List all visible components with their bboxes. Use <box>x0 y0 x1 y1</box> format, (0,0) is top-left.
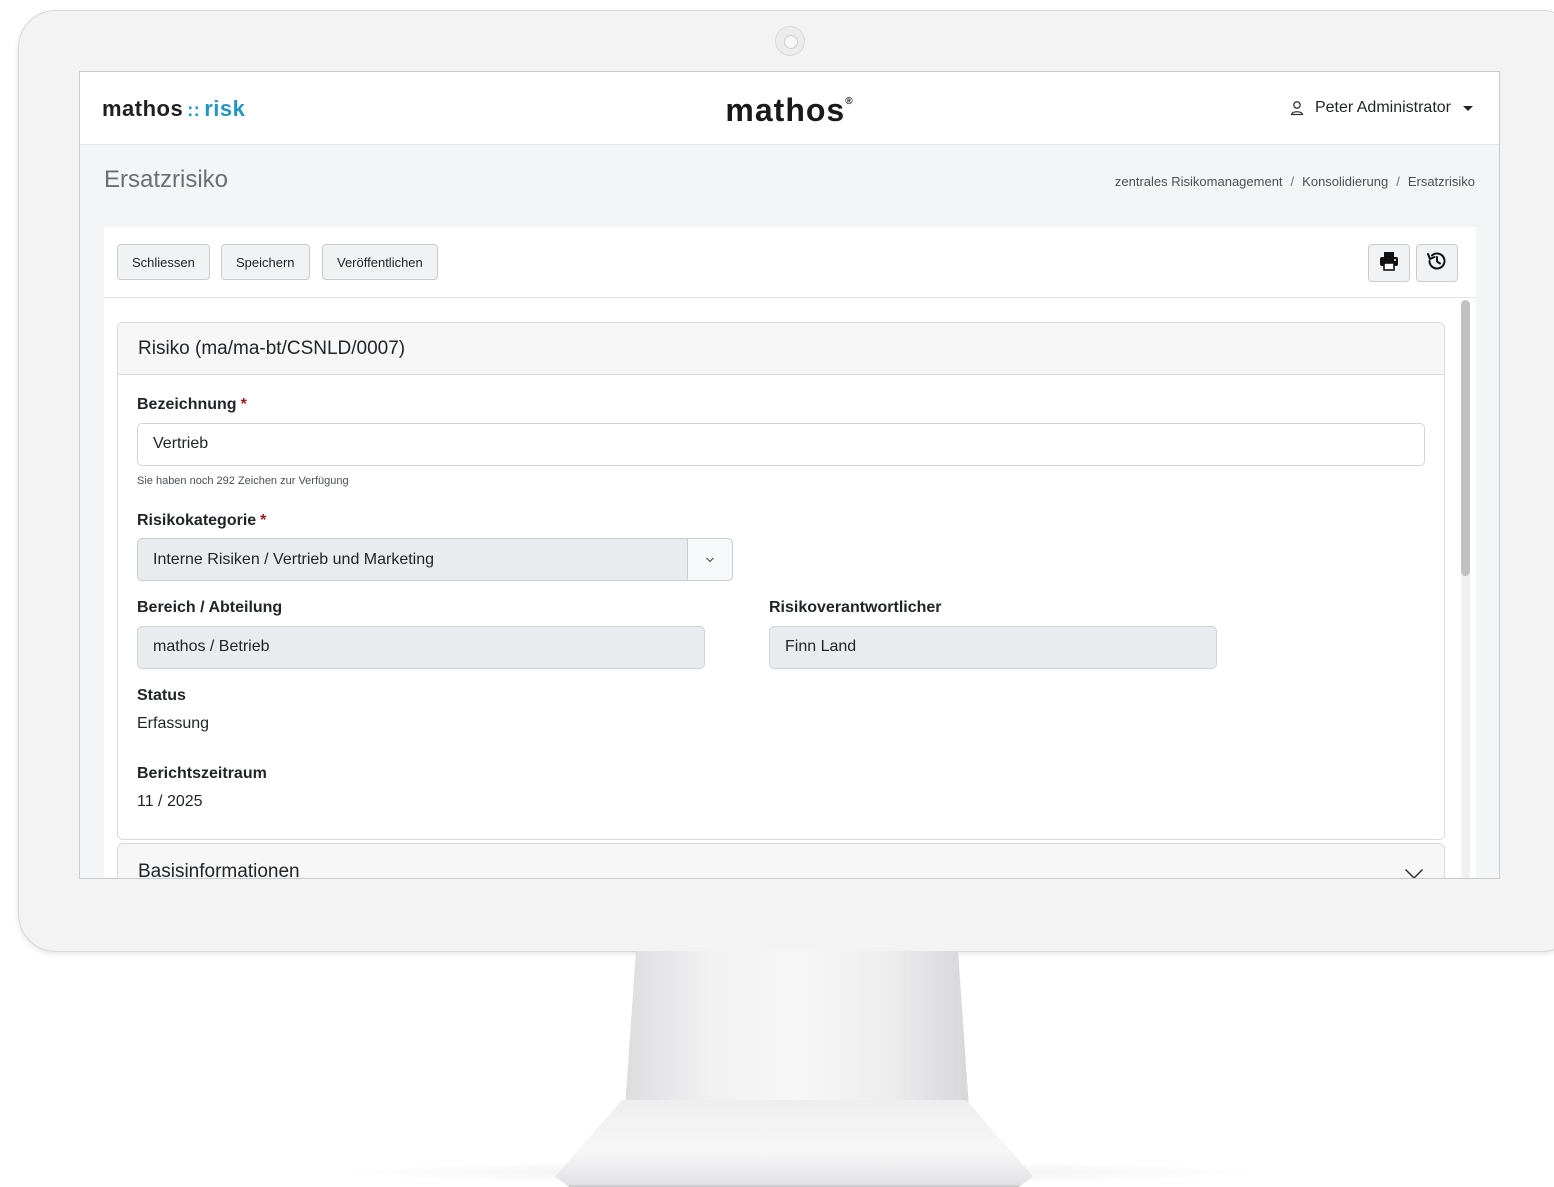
basisinformationen-section-header[interactable]: Basisinformationen <box>117 843 1445 879</box>
basisinformationen-title: Basisinformationen <box>138 861 300 879</box>
user-menu-dropdown[interactable]: Peter Administrator <box>1289 99 1473 117</box>
risikokategorie-selected-value: Interne Risiken / Vertrieb und Marketing <box>153 551 435 568</box>
bezeichnung-label-text: Bezeichnung <box>137 396 237 413</box>
breadcrumb-separator: / <box>1290 174 1295 189</box>
status-value: Erfassung <box>137 715 210 732</box>
user-icon <box>1289 100 1305 116</box>
berichtszeitraum-label: Berichtszeitraum <box>137 765 267 782</box>
webcam <box>775 26 805 56</box>
required-marker: * <box>240 396 247 413</box>
monitor-stand-base <box>555 1100 1033 1187</box>
scrollbar[interactable] <box>1461 300 1470 878</box>
bereich-label: Bereich / Abteilung <box>137 599 283 616</box>
risikokategorie-label: Risikokategorie * <box>137 512 266 530</box>
history-icon <box>1425 249 1449 278</box>
action-toolbar: Schliessen Speichern Veröffentlichen <box>104 227 1476 298</box>
required-marker: * <box>260 512 267 529</box>
breadcrumb-item-zentrales-risikomanagement[interactable]: zentrales Risikomanagement <box>1115 174 1283 189</box>
close-button[interactable]: Schliessen <box>117 244 210 280</box>
breadcrumb-separator: / <box>1396 174 1400 189</box>
user-name: Peter Administrator <box>1314 99 1451 116</box>
print-button[interactable] <box>1368 244 1410 282</box>
berichtszeitraum-value: 11 / 2025 <box>137 793 203 810</box>
risk-card: Risiko (ma/ma-bt/CSNLD/0007) Bezeichnung… <box>117 322 1445 840</box>
bezeichnung-input[interactable]: Vertrieb <box>137 423 1425 466</box>
chevron-down-icon[interactable] <box>687 539 732 580</box>
save-button[interactable]: Speichern <box>221 244 310 280</box>
breadcrumb-item-konsolidierung[interactable]: Konsolidierung <box>1302 174 1388 189</box>
logo-registered-mark: ® <box>845 96 854 107</box>
breadcrumb: zentrales Risikomanagement / Konsolidier… <box>1115 174 1475 189</box>
top-navbar: mathos:: risk mathos® Peter Administrator <box>80 72 1499 145</box>
chevron-down-icon <box>1404 864 1424 878</box>
screen: mathos:: risk mathos® Peter Administrator… <box>79 71 1500 879</box>
publish-button[interactable]: Veröffentlichen <box>322 244 438 280</box>
bereich-input: mathos / Betrieb <box>137 626 705 669</box>
breadcrumb-item-current: Ersatzrisiko <box>1407 174 1475 189</box>
bezeichnung-char-hint: Sie haben noch 292 Zeichen zur Verfügung <box>137 475 349 487</box>
caret-down-icon <box>1463 105 1473 111</box>
logo-center-text: mathos <box>725 92 846 128</box>
risikoverantwortlicher-label: Risikoverantwortlicher <box>769 599 942 616</box>
risikoverantwortlicher-input: Finn Land <box>769 626 1217 669</box>
print-icon <box>1378 250 1400 277</box>
risikokategorie-label-text: Risikokategorie <box>137 512 257 529</box>
status-label: Status <box>137 687 186 704</box>
risk-card-header: Risiko (ma/ma-bt/CSNLD/0007) <box>118 323 1444 375</box>
mathos-logo: mathos® <box>80 92 1499 129</box>
page-title: Ersatzrisiko <box>104 166 229 193</box>
risikokategorie-select[interactable]: Interne Risiken / Vertrieb und Marketing <box>137 538 733 581</box>
content-area: Risiko (ma/ma-bt/CSNLD/0007) Bezeichnung… <box>104 298 1476 879</box>
history-button[interactable] <box>1416 244 1458 282</box>
bezeichnung-label: Bezeichnung * <box>137 396 247 414</box>
scrollbar-thumb[interactable] <box>1461 300 1470 576</box>
